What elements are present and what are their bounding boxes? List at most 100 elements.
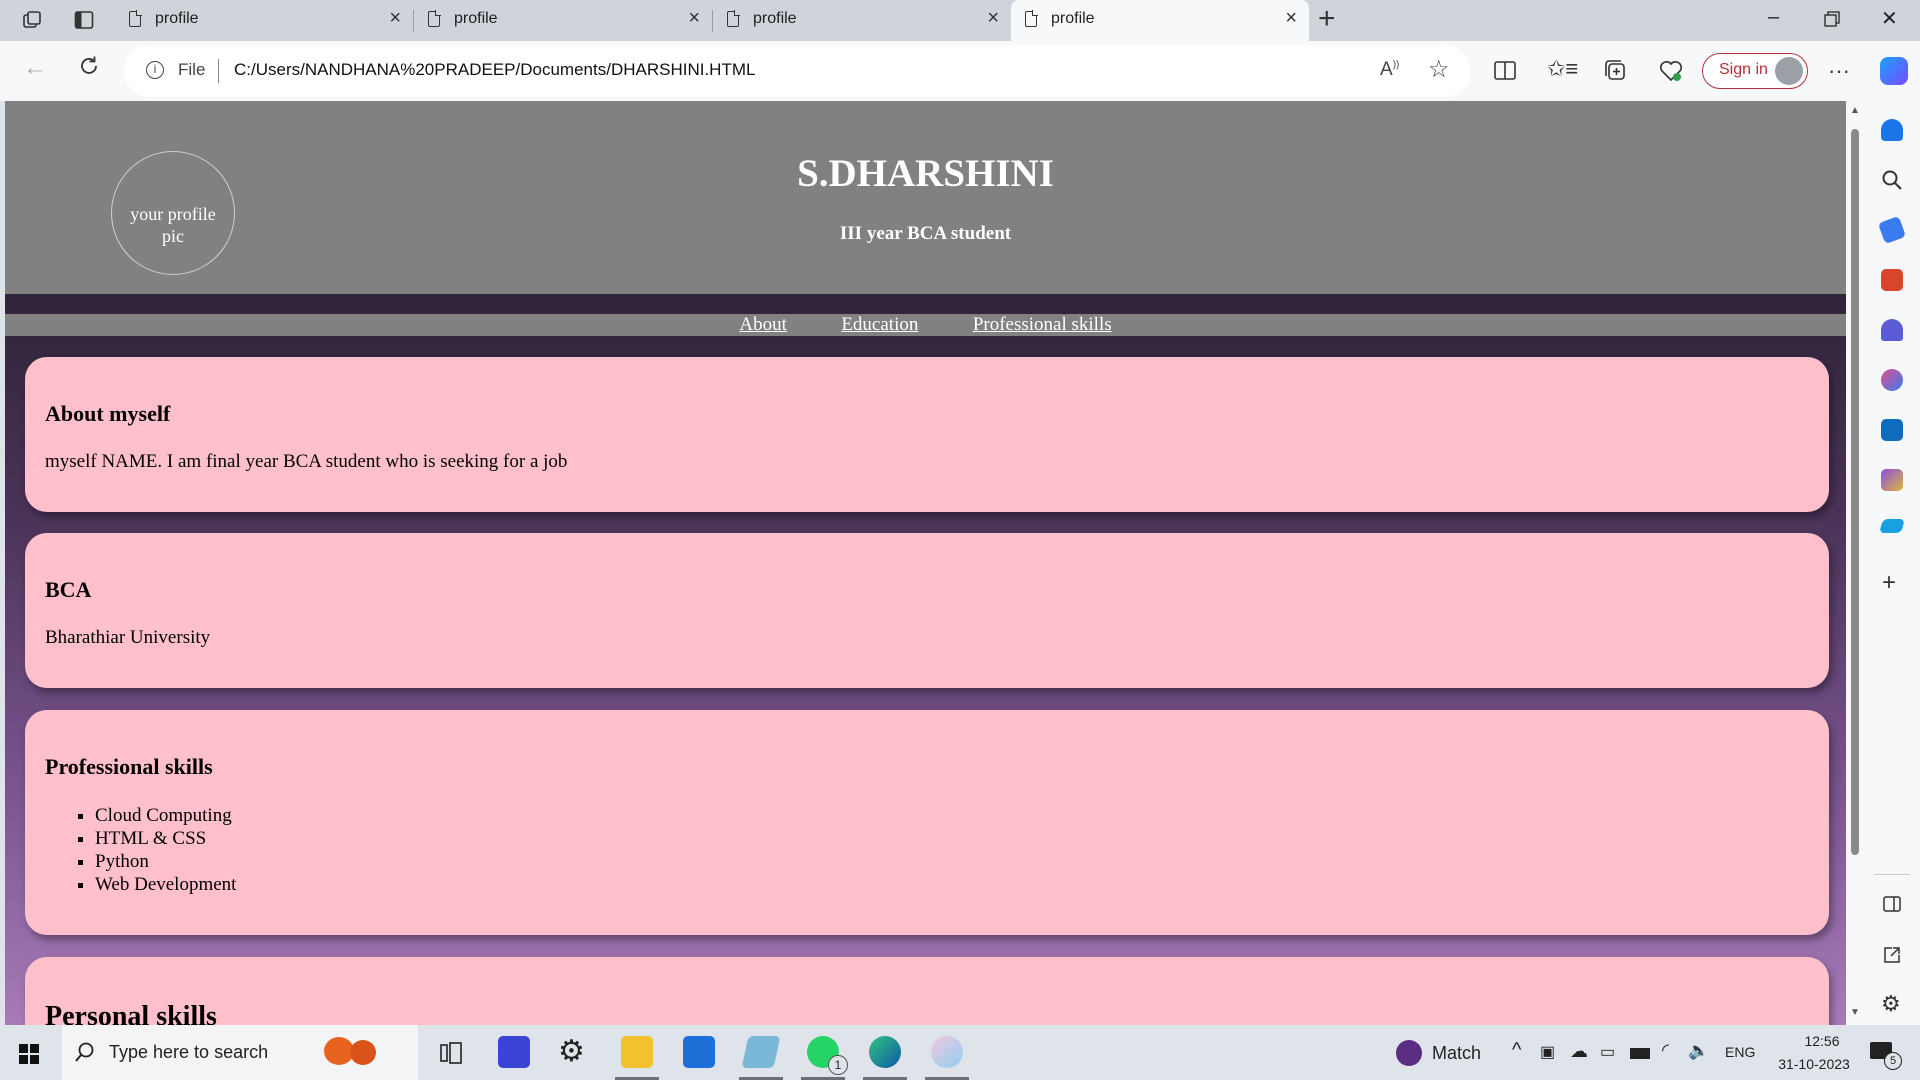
minimize-icon[interactable]: –	[1768, 6, 1779, 29]
refresh-icon[interactable]	[78, 55, 100, 83]
nav-link-professional-skills[interactable]: Professional skills	[973, 314, 1112, 335]
browser-tab[interactable]: profile ×	[414, 0, 712, 41]
personal-skills-card: Personal skills	[25, 957, 1829, 1025]
page-viewport: your profile pic S.DHARSHINI III year BC…	[5, 101, 1846, 1025]
designer-icon[interactable]	[1881, 469, 1903, 491]
nav-link-about[interactable]: About	[739, 314, 787, 335]
tab-title: profile	[454, 10, 498, 27]
settings-gear-icon[interactable]: ⚙	[558, 1034, 585, 1069]
shopping-tag-icon[interactable]	[1877, 215, 1907, 245]
clock-time[interactable]: 12:56	[1790, 1033, 1854, 1049]
page-icon	[1025, 10, 1038, 27]
taskbar-search-box[interactable]: Type here to search	[62, 1025, 418, 1080]
open-external-icon[interactable]	[1883, 946, 1901, 969]
maximize-icon[interactable]	[1824, 10, 1840, 33]
search-icon[interactable]	[1881, 169, 1903, 191]
list-item: Cloud Computing	[95, 804, 236, 827]
avatar	[1775, 57, 1803, 85]
wifi-icon[interactable]: ◜	[1662, 1040, 1669, 1061]
halloween-pumpkin-icon	[350, 1040, 376, 1065]
copilot-icon[interactable]	[1880, 57, 1908, 85]
notepad-icon[interactable]	[741, 1036, 781, 1068]
weather-label[interactable]: Match	[1432, 1043, 1481, 1064]
microsoft-365-icon[interactable]	[1881, 369, 1903, 391]
close-tab-icon[interactable]: ×	[1285, 7, 1297, 30]
scrollbar-thumb[interactable]	[1851, 129, 1859, 855]
education-heading: BCA	[45, 577, 92, 602]
favorites-icon[interactable]: ✩≡	[1547, 56, 1578, 82]
hide-sidebar-icon[interactable]	[1883, 896, 1901, 917]
add-sidebar-app-icon[interactable]: +	[1882, 569, 1896, 597]
professional-skills-heading: Professional skills	[45, 754, 213, 779]
show-hidden-icons-icon[interactable]: ^	[1512, 1039, 1521, 1062]
info-icon[interactable]: i	[146, 61, 164, 79]
back-icon[interactable]: ←	[23, 54, 47, 82]
list-item: Python	[95, 850, 236, 873]
page-icon	[129, 10, 142, 27]
windows-start-icon[interactable]	[19, 1044, 39, 1069]
browser-essentials-icon[interactable]	[1659, 59, 1683, 89]
profile-header: your profile pic S.DHARSHINI III year BC…	[5, 101, 1846, 294]
profile-subtitle: III year BCA student	[839, 223, 1012, 244]
url-text[interactable]: C:/Users/NANDHANA%20PRADEEP/Documents/DH…	[234, 60, 755, 80]
games-chess-icon[interactable]	[1881, 319, 1903, 341]
about-text: myself NAME. I am final year BCA student…	[45, 451, 568, 472]
tab-actions-icon[interactable]	[74, 10, 94, 30]
vertical-scrollbar[interactable]: ▲ ▼	[1846, 101, 1864, 1025]
file-explorer-icon[interactable]	[621, 1036, 653, 1068]
tab-title: profile	[155, 10, 199, 27]
close-window-icon[interactable]: ✕	[1881, 6, 1898, 31]
scroll-down-icon[interactable]: ▼	[1850, 1007, 1860, 1018]
collections-icon[interactable]	[1605, 60, 1627, 88]
about-card: About myself myself NAME. I am final yea…	[25, 357, 1829, 512]
onedrive-icon[interactable]: ☁	[1570, 1041, 1588, 1062]
weather-widget-icon[interactable]	[1396, 1040, 1422, 1066]
about-heading: About myself	[45, 401, 171, 426]
professional-skills-list: Cloud Computing HTML & CSS Python Web De…	[45, 804, 236, 896]
page-icon	[727, 10, 740, 27]
edge-browser-icon[interactable]	[869, 1036, 901, 1068]
sign-in-label: Sign in	[1719, 61, 1768, 78]
profile-name: S.DHARSHINI	[797, 152, 1054, 195]
address-bar[interactable]: i File C:/Users/NANDHANA%20PRADEEP/Docum…	[124, 45, 1470, 97]
browser-tab-active[interactable]: profile ×	[1011, 0, 1309, 41]
split-screen-icon[interactable]	[1494, 60, 1516, 88]
sign-in-button[interactable]: Sign in	[1702, 53, 1808, 89]
paint-icon[interactable]	[931, 1036, 963, 1068]
close-tab-icon[interactable]: ×	[987, 7, 999, 30]
outlook-icon[interactable]	[1881, 419, 1903, 441]
close-tab-icon[interactable]: ×	[688, 7, 700, 30]
meet-now-icon[interactable]: ▣	[1540, 1042, 1555, 1062]
bell-icon[interactable]	[1881, 119, 1903, 141]
professional-skills-card: Professional skills Cloud Computing HTML…	[25, 710, 1829, 935]
volume-icon[interactable]: 🔈	[1688, 1041, 1709, 1061]
settings-gear-icon[interactable]: ⚙	[1881, 991, 1901, 1017]
browser-tab[interactable]: profile ×	[713, 0, 1011, 41]
scroll-up-icon[interactable]: ▲	[1850, 105, 1860, 116]
whatsapp-badge: 1	[828, 1055, 848, 1075]
tab-title: profile	[1051, 10, 1095, 27]
send-icon[interactable]	[1879, 519, 1905, 533]
battery-icon[interactable]	[1630, 1048, 1650, 1059]
workspaces-icon[interactable]	[22, 10, 42, 30]
nav-link-education[interactable]: Education	[841, 314, 918, 335]
browser-tab[interactable]: profile ×	[115, 0, 413, 41]
visual-studio-icon[interactable]	[498, 1036, 530, 1068]
favorite-star-icon[interactable]: ☆	[1428, 55, 1450, 84]
personal-skills-heading: Personal skills	[45, 1001, 217, 1025]
tab-strip: profile × profile × profile × profile × …	[0, 0, 1920, 41]
display-icon[interactable]: ▭	[1600, 1042, 1615, 1062]
clock-date[interactable]: 31-10-2023	[1766, 1056, 1862, 1072]
microsoft-store-icon[interactable]	[683, 1036, 715, 1068]
notification-count: 5	[1884, 1052, 1902, 1070]
close-tab-icon[interactable]: ×	[389, 7, 401, 30]
tools-briefcase-icon[interactable]	[1881, 269, 1903, 291]
education-text: Bharathiar University	[45, 627, 211, 648]
new-tab-button[interactable]: +	[1318, 2, 1336, 36]
page-nav: About Education Professional skills	[5, 314, 1846, 336]
read-aloud-icon[interactable]: A))	[1380, 59, 1399, 81]
language-indicator[interactable]: ENG	[1725, 1044, 1755, 1060]
more-options-icon[interactable]: ···	[1828, 58, 1850, 84]
task-view-icon[interactable]	[440, 1042, 462, 1069]
search-icon	[74, 1041, 96, 1068]
